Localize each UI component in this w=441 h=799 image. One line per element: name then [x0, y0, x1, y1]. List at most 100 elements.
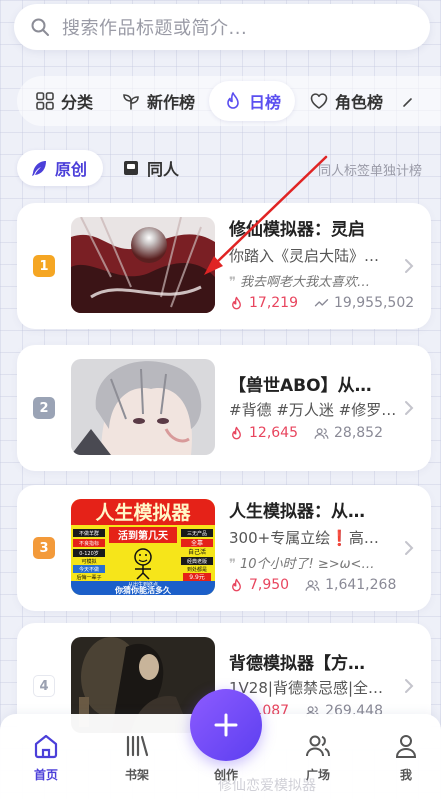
poster-bottom-big: 你猜你能活多久: [114, 585, 172, 595]
search-bar[interactable]: 搜索作品标题或简介...: [14, 4, 430, 50]
subtab-original[interactable]: 原创: [17, 150, 104, 186]
fanfic-ranking-hint: 同人标签单独计榜: [318, 164, 423, 179]
work-stats: 7,950 1,641,268: [229, 577, 396, 593]
work-cover: [71, 359, 215, 455]
nav-home[interactable]: 首页: [16, 732, 76, 783]
poster-tag: 0-120岁: [79, 550, 99, 557]
home-icon: [34, 734, 58, 759]
poster-banner: 活到第几天: [118, 529, 169, 542]
tab-label: 新作榜: [147, 93, 196, 112]
poster-tag: 自己活: [188, 548, 206, 556]
rank-badge: 4: [33, 675, 55, 697]
poster-tag: 三无产品: [187, 530, 207, 537]
read-value: 19,955,502: [334, 295, 415, 311]
tab-characters[interactable]: 角色榜: [295, 81, 397, 121]
poster-tag: 到处都是: [187, 566, 207, 573]
work-title: 背德模拟器【方…: [229, 654, 365, 674]
comment-text: 我去啊老大我太喜欢…: [240, 275, 371, 290]
create-label: 创作: [213, 768, 238, 782]
nav-label: 首页: [33, 768, 58, 782]
person-icon: [395, 735, 417, 758]
community-icon: [306, 735, 330, 757]
tab-label: 角色榜: [335, 93, 384, 112]
work-cover: 人生模拟器 活到第几天 不做羊群 不良指标 0-120岁 可模拟 今天不做 后悔…: [71, 499, 215, 595]
subtab-fanfic[interactable]: 同人: [109, 150, 195, 186]
work-description: #背德 #万人迷 #修罗…: [229, 401, 397, 419]
nav-bookshelf[interactable]: 书架: [107, 732, 167, 783]
nav-label: 书架: [124, 768, 149, 782]
chevron-right-icon: [405, 401, 414, 415]
nav-me[interactable]: 我: [376, 732, 436, 783]
poster-tag: 全靠: [191, 539, 203, 547]
read-count: 28,852: [314, 425, 383, 441]
work-card[interactable]: 3 人生模拟器 活到第几天 不做羊群 不良指标 0-120岁 可模拟 今天不做 …: [17, 485, 431, 611]
heart-icon: [310, 93, 328, 109]
subtab-label: 同人: [147, 160, 180, 179]
work-title: 修仙模拟器：灵启: [229, 220, 365, 240]
work-stats: 17,219 19,955,502: [229, 295, 414, 311]
poster-tag: 不良指标: [79, 540, 99, 547]
trend-icon: [314, 298, 329, 306]
poster-tag: 今天不做: [79, 566, 99, 573]
poster-headline: 人生模拟器: [95, 501, 191, 524]
work-stats: 12,645 28,852: [229, 425, 383, 441]
work-description: 300+专属立绘❗高…: [229, 529, 379, 547]
work-title: 人生模拟器：从…: [229, 502, 365, 522]
search-placeholder: 搜索作品标题或简介...: [62, 18, 248, 39]
feather-icon: [32, 161, 46, 176]
poster-tag: 经典老版: [187, 558, 207, 565]
flame-icon: [227, 92, 239, 109]
read-count: 19,955,502: [314, 295, 414, 311]
read-value: 1,641,268: [325, 577, 397, 593]
chevron-right-icon: [405, 259, 414, 273]
grid-icon: [36, 92, 54, 110]
poster-tag: 可模拟: [81, 558, 96, 565]
subtab-label: 原创: [55, 160, 88, 179]
flame-icon: [232, 578, 241, 591]
book-icon: [124, 161, 139, 175]
search-icon: [31, 18, 49, 36]
poster-tag: 不做羊群: [79, 530, 99, 537]
heat-value: 7,950: [249, 577, 290, 593]
comment-text: 10个小时了! ≥>ω<…: [240, 557, 375, 572]
tab-more[interactable]: [397, 81, 431, 121]
work-cover: [71, 217, 215, 313]
work-comment: ❞ 我去啊老大我太喜欢…: [229, 271, 370, 290]
chevron-right-icon: [405, 541, 414, 555]
tab-category[interactable]: 分类: [21, 81, 107, 121]
users-icon: [314, 427, 329, 439]
work-title: 【兽世ABO】从…: [229, 376, 372, 396]
read-count: 1,641,268: [305, 577, 396, 593]
heat-count: 17,219: [229, 295, 298, 311]
heat-value: 12,645: [249, 425, 298, 441]
work-card[interactable]: 1 修仙模拟器：灵启 你踏入《灵启大陆》… ❞ 我去啊老大我太喜欢… 17,219…: [17, 203, 431, 329]
rank-badge: 2: [33, 397, 55, 419]
create-button[interactable]: [190, 689, 262, 761]
work-comment: ❞ 10个小时了! ≥>ω<…: [229, 553, 374, 572]
users-icon: [305, 579, 320, 591]
rank-badge: 1: [33, 255, 55, 277]
rank-badge: 3: [33, 537, 55, 559]
flame-icon: [232, 426, 241, 439]
tab-label: 日榜: [249, 93, 282, 112]
sprout-icon: [123, 94, 139, 110]
work-card[interactable]: 2 【兽世ABO】从… #背德 #万人迷 #修罗… 12,645 28,852: [17, 345, 431, 471]
read-value: 28,852: [334, 425, 383, 441]
heat-count: 7,950: [229, 577, 289, 593]
origin-subtabs: 原创 同人: [17, 150, 201, 186]
bookshelf-icon: [126, 735, 149, 757]
poster-tag: 9.9元: [189, 574, 205, 581]
chevron-right-icon: [405, 679, 414, 693]
poster-tag: 后悔一辈子: [76, 574, 101, 581]
trend-icon: [403, 98, 412, 107]
tab-label: 分类: [61, 93, 94, 112]
tab-new-works[interactable]: 新作榜: [107, 81, 209, 121]
plus-icon: [214, 713, 238, 737]
tab-daily[interactable]: 日榜: [209, 81, 296, 121]
nav-label: 我: [399, 768, 412, 782]
work-description: 1V28|背德禁忌感|全…: [229, 679, 383, 697]
heat-value: 17,219: [249, 295, 298, 311]
heat-count: 12,645: [229, 425, 298, 441]
quote-icon: ❞: [229, 275, 236, 290]
ranking-category-tabs: 分类 新作榜 日榜 角色榜: [17, 76, 441, 126]
